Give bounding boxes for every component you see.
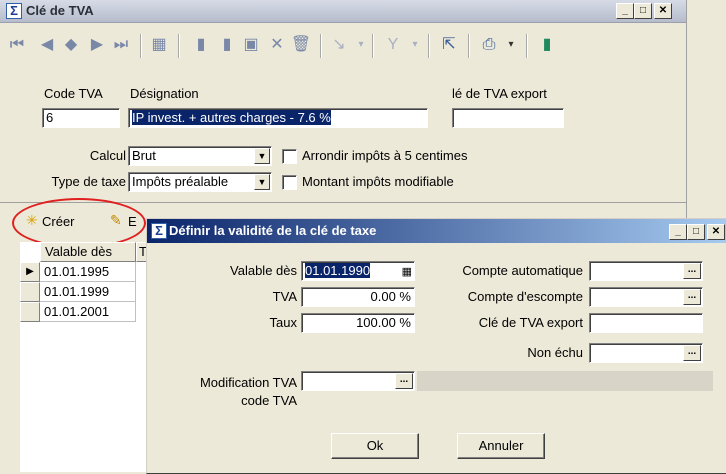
modif-tva-label: Modification TVA — [199, 375, 297, 390]
code-tva-label: Code TVA — [44, 86, 103, 101]
compte-auto-label: Compte automatique — [462, 263, 583, 278]
designation-text: IP invest. + autres charges - 7.6 % — [132, 110, 331, 125]
print-dropdown-icon[interactable]: ▾ — [500, 34, 522, 56]
montant-label: Montant impôts modifiable — [302, 174, 454, 189]
filter-icon[interactable]: Y — [382, 34, 404, 56]
dialog-maximize-button[interactable]: □ — [687, 224, 705, 240]
valable-date-value: 01.01.1990 — [305, 263, 371, 278]
table-view-icon[interactable]: ▦ — [148, 34, 170, 56]
ok-button[interactable]: Ok — [331, 433, 419, 459]
arrondir-label: Arrondir impôts à 5 centimes — [302, 148, 468, 163]
compte-escompte-label: Compte d'escompte — [467, 289, 583, 304]
calcul-label: Calcul — [89, 148, 126, 163]
compte-auto-browse-button[interactable]: ... — [683, 263, 701, 279]
save-icon[interactable]: ▣ — [240, 34, 262, 56]
tva-label: TVA — [272, 289, 297, 304]
type-taxe-value: Impôts préalable — [132, 174, 229, 189]
export-key-label: lé de TVA export — [452, 86, 547, 101]
valable-label: Valable dès — [230, 263, 297, 278]
calcul-value: Brut — [132, 148, 156, 163]
cle-export-input[interactable] — [589, 313, 703, 333]
last-record-icon[interactable]: ⏭ — [110, 34, 132, 56]
modif-code-label: code TVA — [241, 393, 297, 408]
minimize-button[interactable]: _ — [616, 3, 634, 19]
modif-tva-input[interactable]: ... — [301, 371, 415, 391]
table-row[interactable]: 01.01.2001 — [40, 302, 136, 322]
tools-dropdown-icon[interactable]: ▾ — [350, 34, 372, 56]
exit-icon[interactable]: ▮ — [536, 34, 558, 56]
highlight-ellipse — [12, 198, 146, 248]
dialog-sigma-icon: Σ — [151, 223, 167, 239]
delete-icon[interactable]: ✕ — [266, 34, 288, 56]
copy-document-icon[interactable]: ▮ — [216, 34, 238, 56]
maximize-button[interactable]: □ — [634, 3, 652, 19]
print-icon[interactable]: ⎙ — [478, 34, 500, 56]
validity-dialog: Σ Définir la validité de la clé de taxe … — [146, 218, 726, 474]
non-echu-label: Non échu — [527, 345, 583, 360]
dialog-close-button[interactable]: ✕ — [707, 224, 725, 240]
designation-input[interactable]: IP invest. + autres charges - 7.6 % — [128, 108, 428, 128]
calcul-select[interactable]: Brut ▼ — [128, 146, 272, 166]
code-tva-input[interactable]: 6 — [42, 108, 120, 128]
main-title-bar: Σ Clé de TVA _ □ ✕ — [0, 0, 686, 23]
app-sigma-icon: Σ — [6, 3, 22, 19]
montant-checkbox[interactable] — [282, 175, 297, 190]
compte-escompte-input[interactable]: ... — [589, 287, 703, 307]
annuler-button[interactable]: Annuler — [457, 433, 545, 459]
compte-escompte-browse-button[interactable]: ... — [683, 289, 701, 305]
non-echu-browse-button[interactable]: ... — [683, 345, 701, 361]
type-taxe-select[interactable]: Impôts préalable ▼ — [128, 172, 272, 192]
pointer-icon[interactable]: ⇱ — [438, 34, 460, 56]
chevron-down-icon[interactable]: ▼ — [254, 174, 270, 190]
non-echu-input[interactable]: ... — [589, 343, 703, 363]
dialog-minimize-button[interactable]: _ — [669, 224, 687, 240]
close-button[interactable]: ✕ — [654, 3, 672, 19]
modif-tva-description — [417, 371, 713, 391]
taux-input[interactable]: 100.00 % — [301, 313, 415, 333]
taux-label: Taux — [269, 315, 297, 330]
type-taxe-label: Type de taxe — [51, 174, 126, 189]
first-record-icon[interactable]: ⏮ — [6, 34, 28, 56]
diamond-icon[interactable]: ◆ — [60, 34, 82, 56]
dialog-title-bar: Σ Définir la validité de la clé de taxe … — [147, 219, 726, 243]
valable-date-input[interactable]: 01.01.1990 ▦ — [301, 261, 415, 281]
calendar-icon[interactable]: ▦ — [402, 263, 412, 280]
tools-icon[interactable]: ↘ — [328, 34, 350, 56]
current-row-marker: ▶ — [20, 262, 40, 282]
main-toolbar: ⏮ ◀ ◆ ▶ ⏭ ▦ ▮ ▮ ▣ ✕ 🗑 ↘ ▾ Y ▾ ⇱ ⎙ ▾ ▮ — [0, 24, 686, 64]
table-row[interactable]: 01.01.1995 — [40, 262, 136, 282]
arrondir-checkbox[interactable] — [282, 149, 297, 164]
filter-dropdown-icon[interactable]: ▾ — [404, 34, 426, 56]
export-key-input[interactable] — [452, 108, 564, 128]
table-row[interactable]: 01.01.1999 — [40, 282, 136, 302]
trash-icon[interactable]: 🗑 — [290, 34, 312, 56]
row-header[interactable] — [20, 302, 40, 322]
designation-label: Désignation — [130, 86, 199, 101]
row-header[interactable] — [20, 282, 40, 302]
grid-header-valable[interactable]: Valable dès — [40, 242, 136, 262]
dialog-title: Définir la validité de la clé de taxe — [169, 223, 377, 238]
modif-tva-browse-button[interactable]: ... — [395, 373, 413, 389]
chevron-down-icon[interactable]: ▼ — [254, 148, 270, 164]
compte-auto-input[interactable]: ... — [589, 261, 703, 281]
previous-record-icon[interactable]: ◀ — [36, 34, 58, 56]
tva-input[interactable]: 0.00 % — [301, 287, 415, 307]
cle-export-label: Clé de TVA export — [478, 315, 583, 330]
new-document-icon[interactable]: ▮ — [190, 34, 212, 56]
main-window-title: Clé de TVA — [26, 3, 94, 18]
next-record-icon[interactable]: ▶ — [86, 34, 108, 56]
